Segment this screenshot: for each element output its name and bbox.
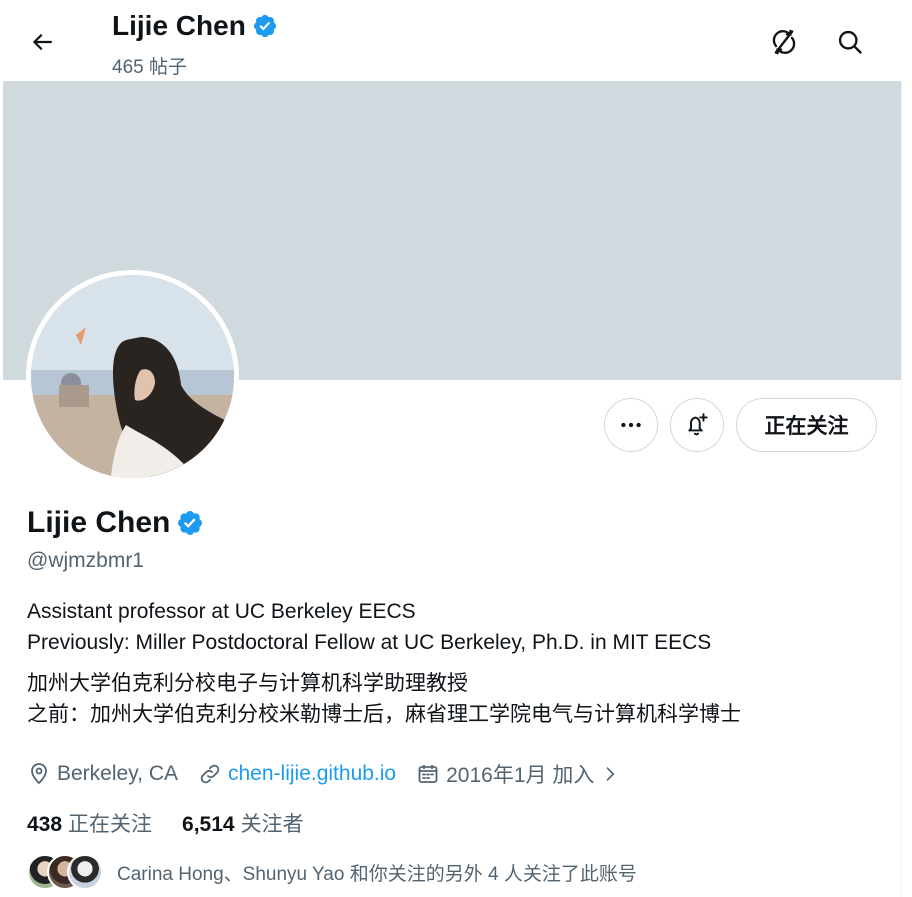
link-icon	[200, 764, 220, 784]
more-icon	[621, 422, 641, 428]
calendar-icon	[418, 765, 438, 783]
website: chen-lijie.github.io	[198, 762, 396, 786]
header-name-text: Lijie Chen	[112, 10, 246, 41]
location-text: Berkeley, CA	[57, 762, 178, 785]
followers-stat[interactable]: 6,514 关注者	[182, 808, 304, 838]
verified-badge-icon	[253, 14, 276, 38]
bio-line: Assistant professor at UC Berkeley EECS	[27, 600, 416, 623]
avatar-image	[31, 275, 234, 478]
search-button[interactable]	[828, 20, 872, 64]
following-button[interactable]: 正在关注	[736, 398, 877, 452]
sync-button[interactable]	[762, 20, 806, 64]
bio-line: Previously: Miller Postdoctoral Fellow a…	[27, 631, 712, 654]
avatar[interactable]	[26, 270, 239, 483]
search-icon	[838, 30, 862, 54]
profile-name-text: Lijie Chen	[27, 506, 171, 539]
profile-handle: @wjmzbmr1	[27, 549, 144, 572]
arrow-left-icon	[32, 33, 52, 51]
followers-label: 关注者	[240, 813, 304, 836]
back-button[interactable]	[22, 22, 62, 62]
follower-avatars	[27, 854, 107, 890]
verified-badge-icon[interactable]	[176, 509, 204, 537]
scrollbar-track	[901, 81, 912, 897]
following-stat[interactable]: 438 正在关注	[27, 808, 152, 838]
profile-meta: Berkeley, CA chen-lijie.github.io 2016年1…	[27, 758, 640, 790]
post-count: 465 帖子	[112, 57, 187, 78]
following-count: 438	[27, 813, 63, 836]
top-bar: Lijie Chen 465 帖子	[0, 0, 912, 81]
followed-by-text: Carina Hong、Shunyu Yao 和你关注的另外 4 人关注了此账号	[117, 863, 637, 885]
sync-off-icon	[772, 29, 796, 55]
joined-date[interactable]: 2016年1月 加入	[416, 759, 620, 789]
avatar	[67, 854, 103, 890]
avatar-photo	[31, 275, 234, 478]
followers-count: 6,514	[182, 813, 235, 836]
following-label: 正在关注	[68, 813, 153, 836]
bio-line: 之前：加州大学伯克利分校米勒博士后，麻省理工学院电气与计算机科学博士	[27, 703, 741, 726]
bio-line: 加州大学伯克利分校电子与计算机科学助理教授	[27, 672, 468, 695]
profile-name: Lijie Chen	[27, 506, 204, 540]
website-link[interactable]: chen-lijie.github.io	[228, 762, 396, 786]
location: Berkeley, CA	[27, 762, 178, 786]
notify-button[interactable]	[670, 398, 724, 452]
header-name: Lijie Chen	[112, 10, 278, 42]
more-button[interactable]	[604, 398, 658, 452]
location-pin-icon	[31, 763, 47, 785]
joined-text: 2016年1月 加入	[446, 764, 595, 787]
chevron-right-icon	[607, 767, 615, 781]
follow-stats: 438 正在关注 6,514 关注者	[27, 808, 304, 838]
bell-plus-icon	[688, 413, 708, 436]
profile-bio: Assistant professor at UC Berkeley EECS …	[27, 596, 741, 730]
followed-by[interactable]: Carina Hong、Shunyu Yao 和你关注的另外 4 人关注了此账号	[27, 854, 637, 890]
